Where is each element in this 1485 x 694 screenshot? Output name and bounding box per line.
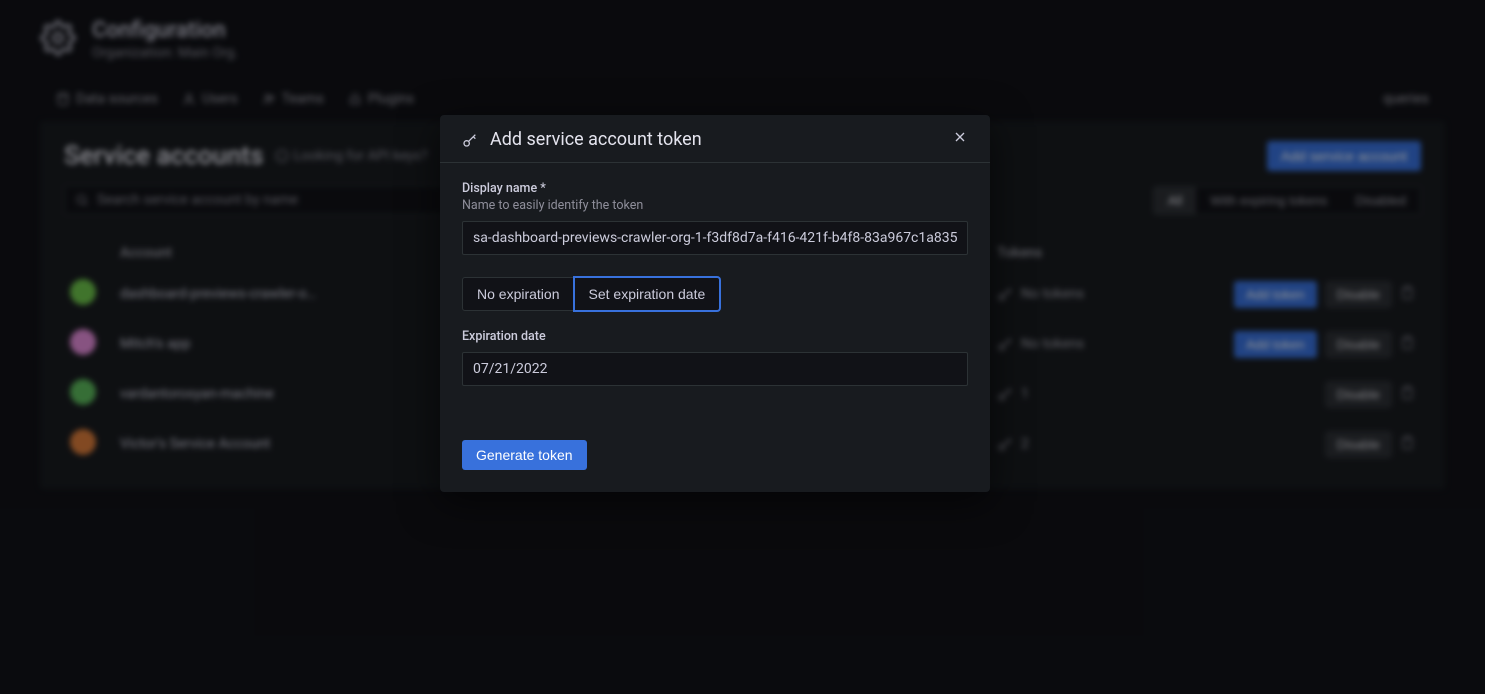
add-token-modal: Add service account token Display name *… (440, 115, 990, 492)
key-icon (462, 132, 478, 148)
no-expiration-option[interactable]: No expiration (462, 277, 575, 311)
close-button[interactable] (952, 129, 968, 150)
display-name-input[interactable] (462, 221, 968, 255)
display-name-help: Name to easily identify the token (462, 198, 968, 213)
expiration-date-input[interactable] (462, 352, 968, 386)
set-expiration-option[interactable]: Set expiration date (574, 277, 721, 311)
generate-token-button[interactable]: Generate token (462, 440, 587, 470)
modal-title: Add service account token (490, 129, 702, 150)
expiration-date-label: Expiration date (462, 329, 968, 344)
display-name-label: Display name * (462, 181, 968, 196)
